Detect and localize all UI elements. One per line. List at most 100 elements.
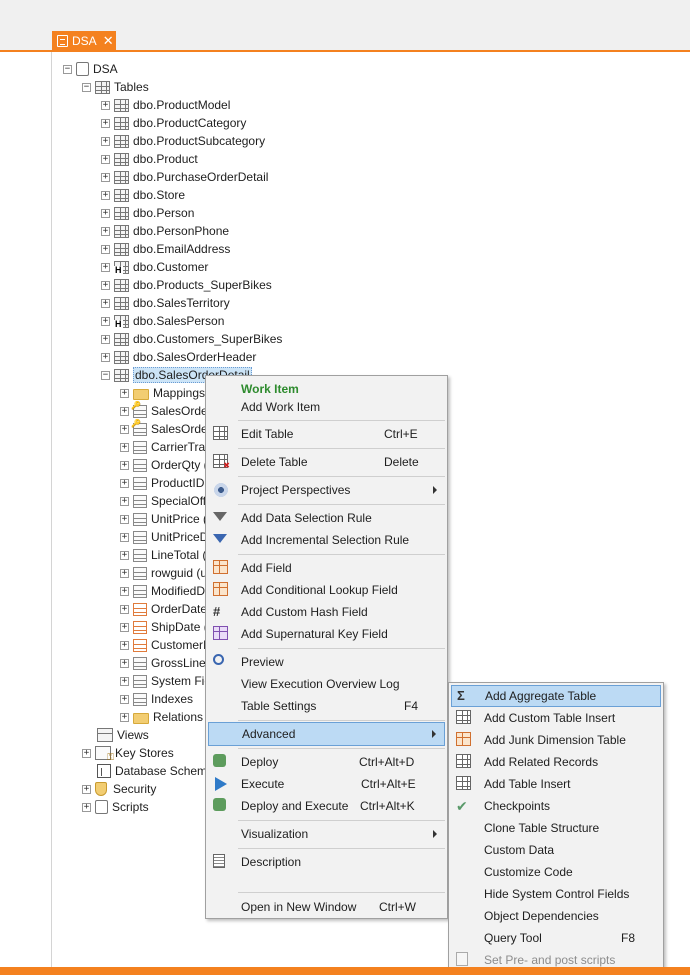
expand-icon[interactable]: + (120, 694, 129, 704)
expand-icon[interactable]: + (101, 244, 110, 254)
menu-item-edit-table[interactable]: Edit Table Ctrl+E (208, 423, 445, 445)
tree-node-security[interactable]: + Security (82, 780, 156, 798)
tree-node-table[interactable]: + dbo.Customer (101, 258, 208, 276)
document-tab-dsa[interactable]: DSA ✕ (52, 31, 116, 51)
expand-icon[interactable]: + (101, 352, 110, 362)
menu-item-object-dependencies[interactable]: Object Dependencies (451, 905, 661, 927)
expand-icon[interactable]: + (101, 280, 110, 290)
expand-icon[interactable]: + (101, 118, 110, 128)
expand-icon[interactable]: + (101, 298, 110, 308)
menu-item-add-conditional-lookup-field[interactable]: Add Conditional Lookup Field (208, 579, 445, 601)
expand-icon[interactable]: + (120, 658, 129, 668)
expand-icon[interactable]: + (101, 154, 110, 164)
menu-item-add-junk-dimension-table[interactable]: Add Junk Dimension Table (451, 729, 661, 751)
expand-icon[interactable]: + (120, 676, 129, 686)
expand-icon[interactable]: + (101, 172, 110, 182)
collapse-icon[interactable]: − (63, 64, 72, 74)
expand-icon[interactable]: + (82, 748, 91, 758)
tree-node-system-fields[interactable]: + System Fie (120, 672, 211, 690)
tree-node-field[interactable]: + rowguid (u (120, 564, 207, 582)
tree-node-field[interactable]: + ProductID (120, 474, 204, 492)
menu-item-deploy-and-execute[interactable]: Deploy and Execute Ctrl+Alt+K (208, 795, 445, 817)
expand-icon[interactable]: + (120, 460, 129, 470)
menu-item-open-in-new-window[interactable]: Open in New Window Ctrl+W (208, 896, 445, 918)
expand-icon[interactable]: + (101, 334, 110, 344)
tree-node-root[interactable]: − DSA (63, 60, 118, 78)
expand-icon[interactable]: + (120, 406, 129, 416)
tree-node-table[interactable]: + dbo.Customers_SuperBikes (101, 330, 282, 348)
expand-icon[interactable]: + (120, 532, 129, 542)
tree-node-table[interactable]: + dbo.EmailAddress (101, 240, 230, 258)
tree-node-field[interactable]: + LineTotal ( (120, 546, 206, 564)
expand-icon[interactable]: + (101, 262, 110, 272)
expand-icon[interactable]: + (120, 712, 129, 722)
expand-icon[interactable]: + (101, 208, 110, 218)
expand-icon[interactable]: + (82, 784, 91, 794)
tree-node-field[interactable]: + OrderQty (s (120, 456, 214, 474)
menu-item-add-custom-table-insert[interactable]: Add Custom Table Insert (451, 707, 661, 729)
menu-item-custom-data[interactable]: Custom Data (451, 839, 661, 861)
expand-icon[interactable]: + (101, 226, 110, 236)
menu-item-hide-system-control-fields[interactable]: Hide System Control Fields (451, 883, 661, 905)
tree-node-field[interactable]: + SalesOrde (120, 419, 208, 438)
collapse-icon[interactable]: − (82, 82, 91, 92)
menu-item-query-tool[interactable]: Query Tool F8 (451, 927, 661, 949)
menu-item-table-settings[interactable]: Table Settings F4 (208, 695, 445, 717)
expand-icon[interactable]: + (120, 442, 129, 452)
tree-node-key-stores[interactable]: + Key Stores (82, 744, 174, 763)
menu-item-project-perspectives[interactable]: Project Perspectives (208, 479, 445, 501)
tree-node-field[interactable]: + GrossLine (120, 654, 206, 672)
menu-item-checkpoints[interactable]: ✔ Checkpoints (451, 795, 661, 817)
menu-item-advanced[interactable]: Advanced (208, 722, 445, 746)
tree-node-relations[interactable]: + Relations (120, 708, 203, 726)
tree-node-tables[interactable]: − Tables (82, 78, 149, 96)
menu-item-add-data-selection-rule[interactable]: Add Data Selection Rule (208, 507, 445, 529)
expand-icon[interactable]: + (120, 568, 129, 578)
tree-node-table[interactable]: + dbo.Store (101, 186, 185, 204)
expand-icon[interactable]: + (120, 388, 129, 398)
tree-node-table[interactable]: + dbo.PersonPhone (101, 222, 229, 240)
tree-node-table[interactable]: + dbo.ProductModel (101, 96, 230, 114)
expand-icon[interactable]: + (120, 496, 129, 506)
menu-item-clone-table-structure[interactable]: Clone Table Structure (451, 817, 661, 839)
collapse-icon[interactable]: − (101, 370, 110, 380)
menu-item-add-field[interactable]: Add Field (208, 557, 445, 579)
menu-item-execute[interactable]: Execute Ctrl+Alt+E (208, 773, 445, 795)
expand-icon[interactable]: + (101, 190, 110, 200)
tree-node-field[interactable]: + SalesOrde (120, 401, 208, 420)
tree-node-field[interactable]: + UnitPriceD (120, 528, 208, 546)
expand-icon[interactable]: + (101, 100, 110, 110)
expand-icon[interactable]: + (120, 640, 129, 650)
menu-item-add-supernatural-key-field[interactable]: Add Supernatural Key Field (208, 623, 445, 645)
expand-icon[interactable]: + (120, 478, 129, 488)
tree-node-table[interactable]: + dbo.SalesOrderHeader (101, 348, 256, 366)
menu-item-add-incremental-selection-rule[interactable]: Add Incremental Selection Rule (208, 529, 445, 551)
tree-node-table[interactable]: + dbo.SalesPerson (101, 312, 224, 330)
expand-icon[interactable]: + (120, 550, 129, 560)
menu-item-add-related-records[interactable]: Add Related Records (451, 751, 661, 773)
tree-node-scripts[interactable]: + Scripts (82, 798, 149, 816)
menu-item-description[interactable]: Description (208, 851, 445, 873)
menu-item-add-table-insert[interactable]: Add Table Insert (451, 773, 661, 795)
menu-item-preview[interactable]: Preview (208, 651, 445, 673)
expand-icon[interactable]: + (120, 424, 129, 434)
menu-item-view-execution-overview-log[interactable]: View Execution Overview Log (208, 673, 445, 695)
tree-node-field[interactable]: + UnitPrice ( (120, 510, 207, 528)
tree-node-table[interactable]: + dbo.ProductSubcategory (101, 132, 265, 150)
tree-node-field[interactable]: + OrderDate (120, 600, 207, 618)
tree-node-mappings[interactable]: + Mappings (120, 384, 205, 402)
expand-icon[interactable]: + (120, 514, 129, 524)
tree-node-field[interactable]: + SpecialOff (120, 492, 206, 510)
tree-node-table[interactable]: + dbo.Product (101, 150, 198, 168)
expand-icon[interactable]: + (101, 136, 110, 146)
close-icon[interactable]: ✕ (103, 33, 114, 49)
expand-icon[interactable]: + (120, 622, 129, 632)
menu-item-add-custom-hash-field[interactable]: # Add Custom Hash Field (208, 601, 445, 623)
tree-node-field[interactable]: + ShipDate ( (120, 618, 208, 636)
tree-node-table[interactable]: + dbo.Person (101, 204, 194, 222)
menu-item-deploy[interactable]: Deploy Ctrl+Alt+D (208, 751, 445, 773)
expand-icon[interactable]: + (82, 802, 91, 812)
tree-node-database-schema[interactable]: Database Schema (97, 762, 214, 780)
tree-node-field[interactable]: + ModifiedDa (120, 582, 212, 600)
menu-item-add-aggregate-table[interactable]: Σ Add Aggregate Table (451, 685, 661, 707)
